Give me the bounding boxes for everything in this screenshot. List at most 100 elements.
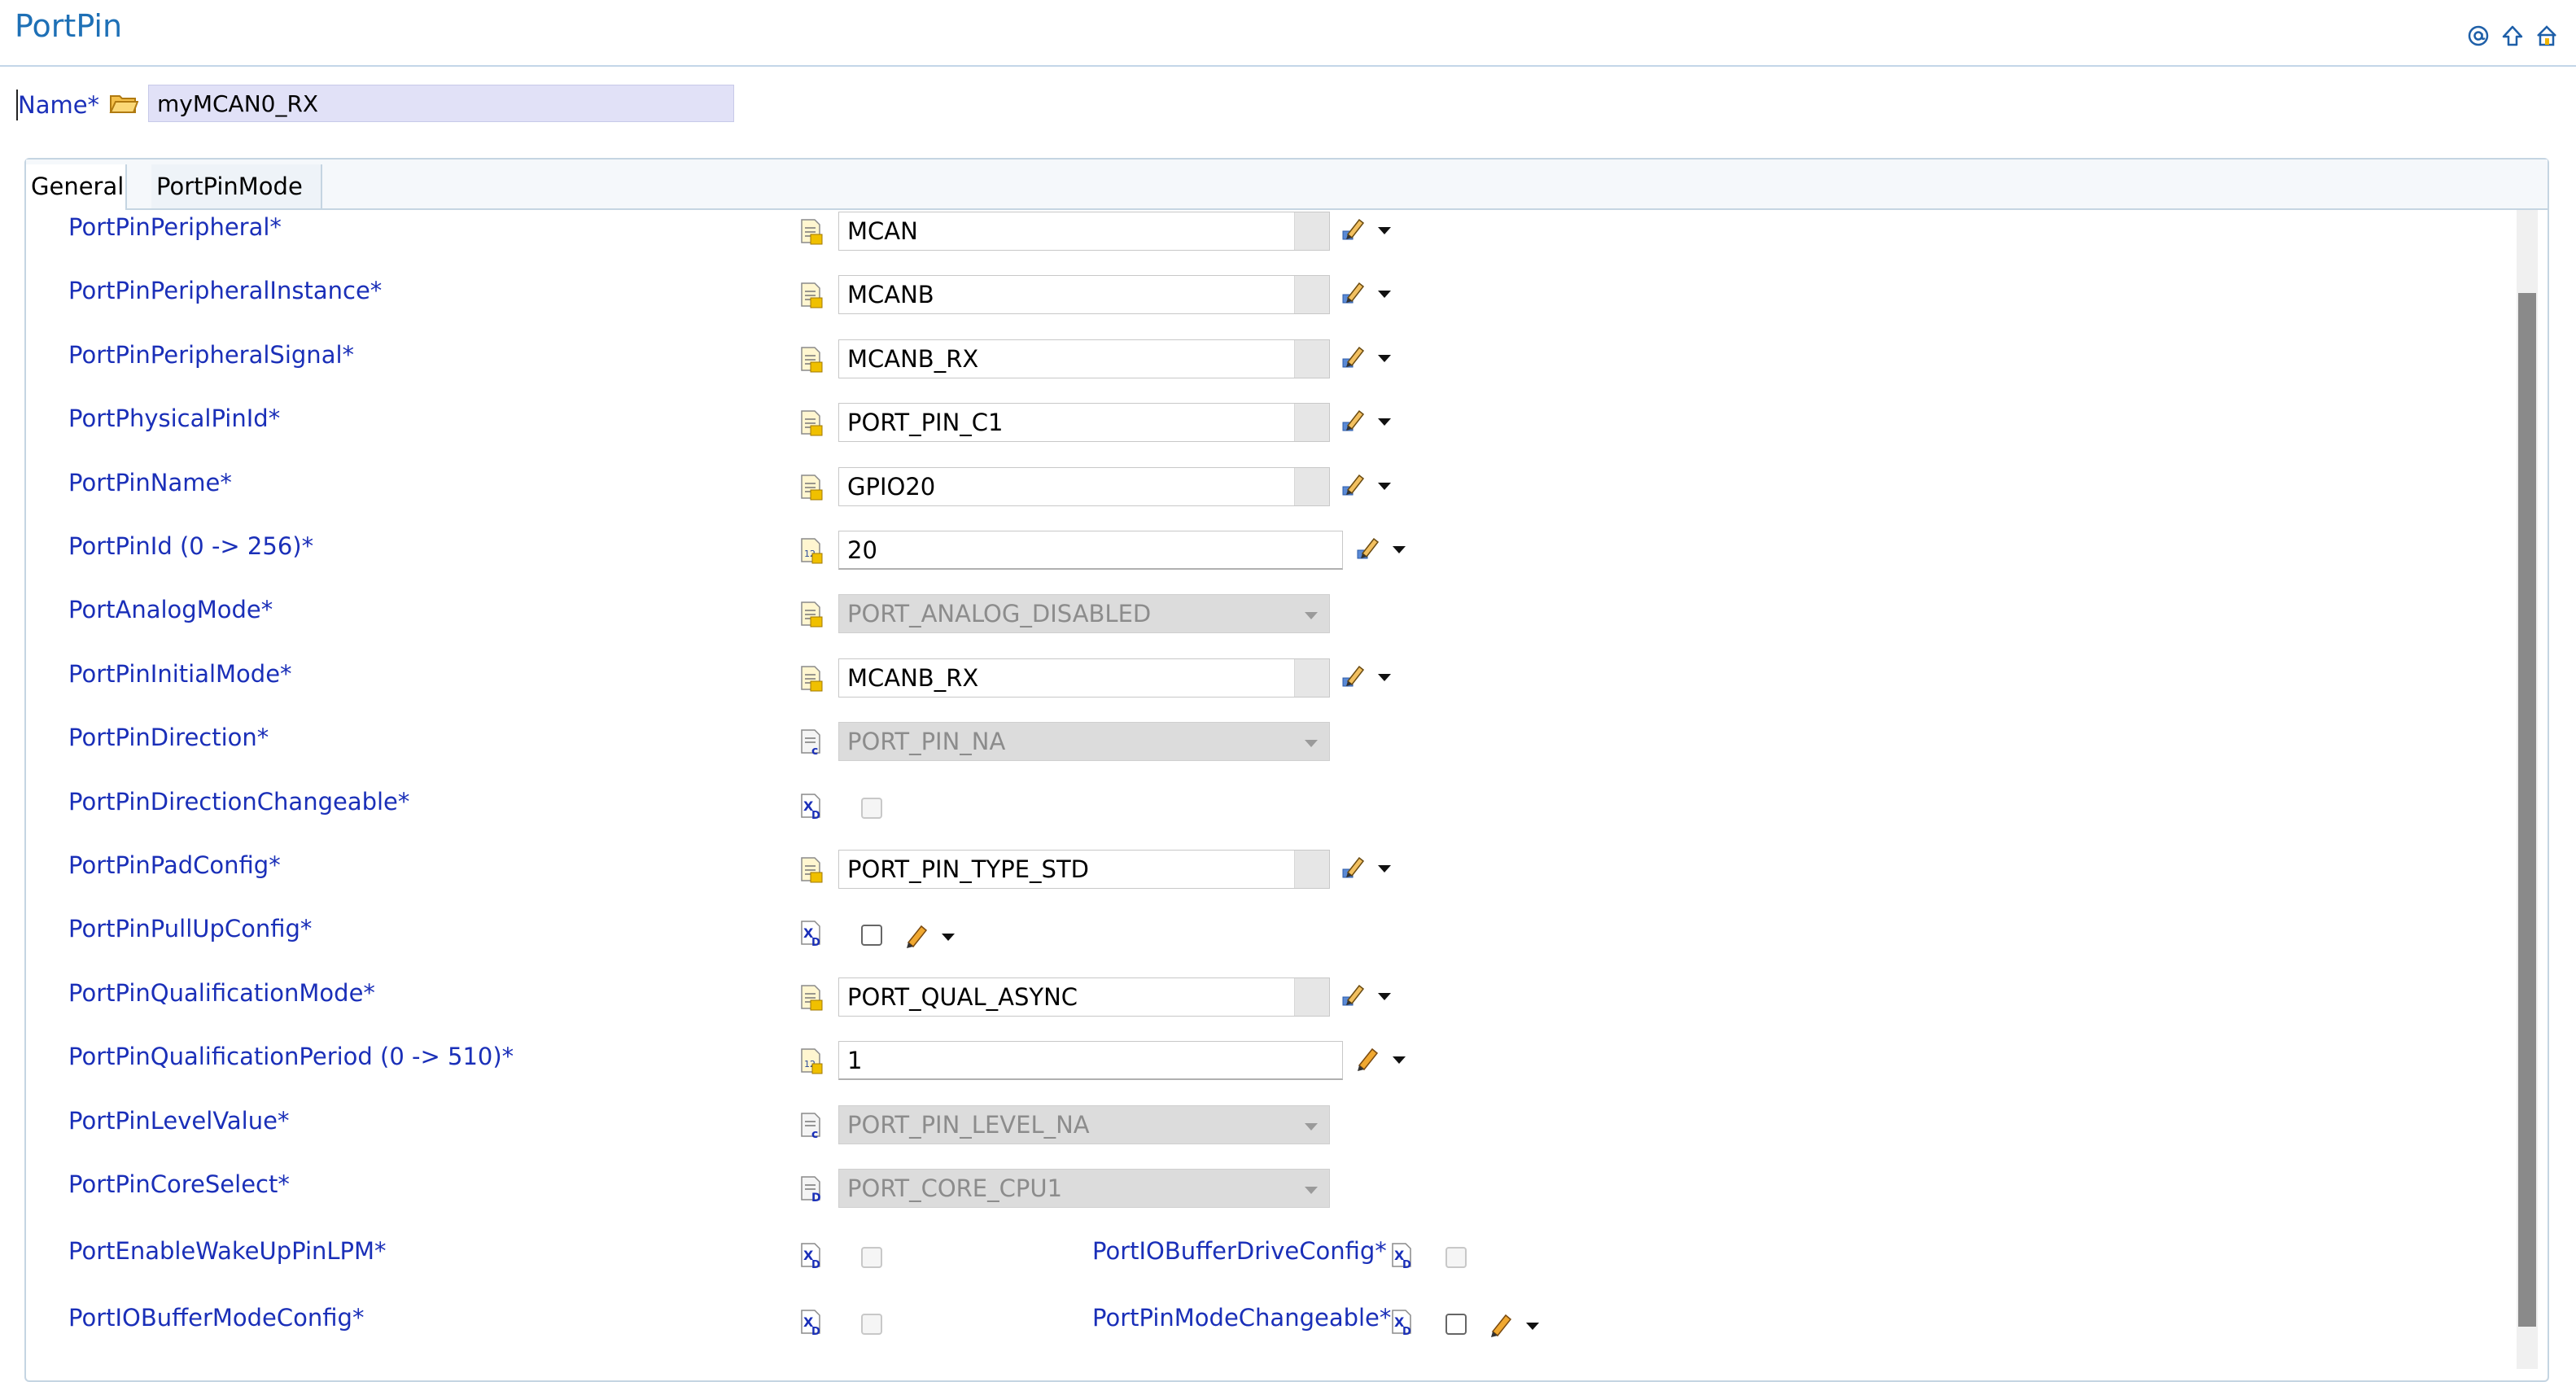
up-arrow-icon[interactable] [2499, 23, 2526, 49]
combo-arrow[interactable] [1294, 276, 1329, 313]
edit-pencil-icon[interactable] [1340, 343, 1367, 370]
edit-pencil-icon[interactable] [1340, 278, 1367, 306]
edit-pencil-icon[interactable] [1340, 981, 1367, 1008]
home-icon[interactable] [2534, 23, 2560, 49]
at-sign-icon[interactable] [2465, 23, 2491, 49]
derived-param-icon: D [799, 1175, 824, 1205]
svg-text:D: D [1402, 1326, 1411, 1336]
chevron-down-icon[interactable] [1390, 1051, 1408, 1069]
edit-pencil-icon[interactable] [1488, 1310, 1515, 1338]
tab-portpinmode[interactable]: PortPinMode [151, 164, 322, 208]
combo-arrow[interactable] [1294, 978, 1329, 1016]
param-number-portpinqualificationperiod-0-510[interactable]: 1 [838, 1041, 1343, 1080]
readonly-value: PORT_PIN_NA [847, 728, 1006, 755]
number-value: 20 [847, 536, 877, 564]
param-readonly-portpinlevelvalue: PORT_PIN_LEVEL_NA [838, 1105, 1330, 1144]
combo-arrow[interactable] [1294, 404, 1329, 441]
param-combo-portpininitialmode[interactable]: MCANB_RX [838, 658, 1330, 698]
combo-arrow[interactable] [1294, 340, 1329, 378]
folder-icon[interactable] [109, 91, 139, 116]
chevron-down-icon[interactable] [1375, 987, 1393, 1005]
svg-text:D: D [811, 1192, 821, 1203]
param-label-portpinperipheral: PortPinPeripheral* [68, 213, 282, 241]
chevron-down-icon[interactable] [1375, 349, 1393, 367]
param-label-portpindirectionchangeable: PortPinDirectionChangeable* [68, 788, 410, 816]
number-value: 1 [847, 1047, 863, 1074]
edit-pencil-icon[interactable] [903, 921, 931, 949]
combo-value: GPIO20 [847, 473, 936, 501]
integer-param-icon: 12 [799, 1047, 824, 1075]
combo-arrow[interactable] [1294, 212, 1329, 250]
param-combo-portpinname[interactable]: GPIO20 [838, 467, 1330, 506]
enum-param-icon [799, 984, 824, 1012]
page-title: PortPin [15, 8, 123, 44]
param-combo-portpinpadconfig[interactable]: PORT_PIN_TYPE_STD [838, 850, 1330, 889]
chevron-down-icon[interactable] [1375, 285, 1393, 303]
chevron-down-icon[interactable] [1375, 859, 1393, 877]
param-readonly-portpincoreselect: PORT_CORE_CPU1 [838, 1169, 1330, 1208]
param-checkbox-portpinpullupconfig[interactable] [861, 925, 882, 946]
svg-text:D: D [811, 810, 820, 820]
name-input[interactable] [148, 85, 734, 122]
param-label-portpinqualificationperiod-0-510: PortPinQualificationPeriod (0 -> 510)* [68, 1043, 514, 1070]
enum-param-icon [799, 282, 824, 309]
param-combo-portpinperipheral[interactable]: MCAN [838, 212, 1330, 251]
param-label-portpindirection: PortPinDirection* [68, 724, 269, 751]
chevron-down-icon[interactable] [1524, 1317, 1542, 1335]
chevron-down-icon[interactable] [1390, 540, 1408, 558]
readonly-value: PORT_CORE_CPU1 [847, 1174, 1063, 1202]
param-checkbox-portiobuffermodeconfig [861, 1314, 882, 1335]
boolean-param-icon: XD [799, 920, 824, 949]
param-combo-portpinperipheralsignal[interactable]: MCANB_RX [838, 339, 1330, 378]
chevron-down-icon[interactable] [1375, 668, 1393, 686]
svg-text:D: D [1402, 1259, 1411, 1270]
param-checkbox-portpinmodechangeable[interactable] [1445, 1314, 1467, 1335]
chevron-down-icon[interactable] [1375, 221, 1393, 239]
param-number-portpinid-0-256[interactable]: 20 [838, 531, 1343, 570]
edit-pencil-icon[interactable] [1340, 662, 1367, 689]
chevron-down-icon[interactable] [939, 928, 957, 946]
enum-param-icon [799, 218, 824, 246]
combo-arrow[interactable] [1294, 468, 1329, 505]
param-readonly-portanalogmode: PORT_ANALOG_DISABLED [838, 594, 1330, 633]
edit-pencil-icon[interactable] [1340, 215, 1367, 243]
param-readonly-portpindirection: PORT_PIN_NA [838, 722, 1330, 761]
param-combo-portpinperipheralinstance[interactable]: MCANB [838, 275, 1330, 314]
tab-general[interactable]: General [26, 164, 127, 210]
param-label-portenablewakeuppinlpm: PortEnableWakeUpPinLPM* [68, 1237, 387, 1265]
combo-arrow[interactable] [1294, 659, 1329, 697]
param-label-portpinpullupconfig: PortPinPullUpConfig* [68, 915, 313, 942]
edit-pencil-icon[interactable] [1340, 470, 1367, 498]
combo-value: MCANB_RX [847, 664, 979, 692]
header-toolbar [2465, 23, 2560, 49]
scrollbar-thumb[interactable] [2518, 293, 2536, 1327]
combo-value: MCAN [847, 217, 918, 245]
svg-text:D: D [811, 1326, 820, 1336]
enum-param-icon [799, 601, 824, 628]
calculated-param-icon: c [799, 1112, 824, 1141]
combo-value: PORT_PIN_C1 [847, 409, 1004, 436]
calculated-param-icon: c [799, 728, 824, 758]
tab-bar: General PortPinMode [26, 160, 2548, 210]
param-label-portpincoreselect: PortPinCoreSelect* [68, 1170, 290, 1198]
edit-pencil-icon[interactable] [1340, 406, 1367, 434]
chevron-down-icon[interactable] [1375, 413, 1393, 431]
combo-value: MCANB [847, 281, 934, 308]
edit-pencil-icon[interactable] [1354, 1044, 1382, 1072]
param-combo-portpinqualificationmode[interactable]: PORT_QUAL_ASYNC [838, 977, 1330, 1017]
combo-arrow[interactable] [1294, 851, 1329, 888]
chevron-down-icon[interactable] [1375, 477, 1393, 495]
readonly-value: PORT_PIN_LEVEL_NA [847, 1111, 1090, 1139]
editor-header: PortPin [0, 0, 2576, 67]
enum-param-icon [799, 856, 824, 884]
svg-text:c: c [811, 745, 818, 756]
param-label-portpinmodechangeable: PortPinModeChangeable* [1092, 1304, 1392, 1332]
enum-param-icon [799, 409, 824, 437]
integer-param-icon: 12 [799, 537, 824, 565]
readonly-value: PORT_ANALOG_DISABLED [847, 600, 1152, 628]
param-combo-portphysicalpinid[interactable]: PORT_PIN_C1 [838, 403, 1330, 442]
param-checkbox-portenablewakeuppinlpm [861, 1247, 882, 1268]
chevron-down-icon [1301, 603, 1321, 623]
edit-pencil-icon[interactable] [1340, 853, 1367, 881]
edit-pencil-icon[interactable] [1354, 534, 1382, 562]
